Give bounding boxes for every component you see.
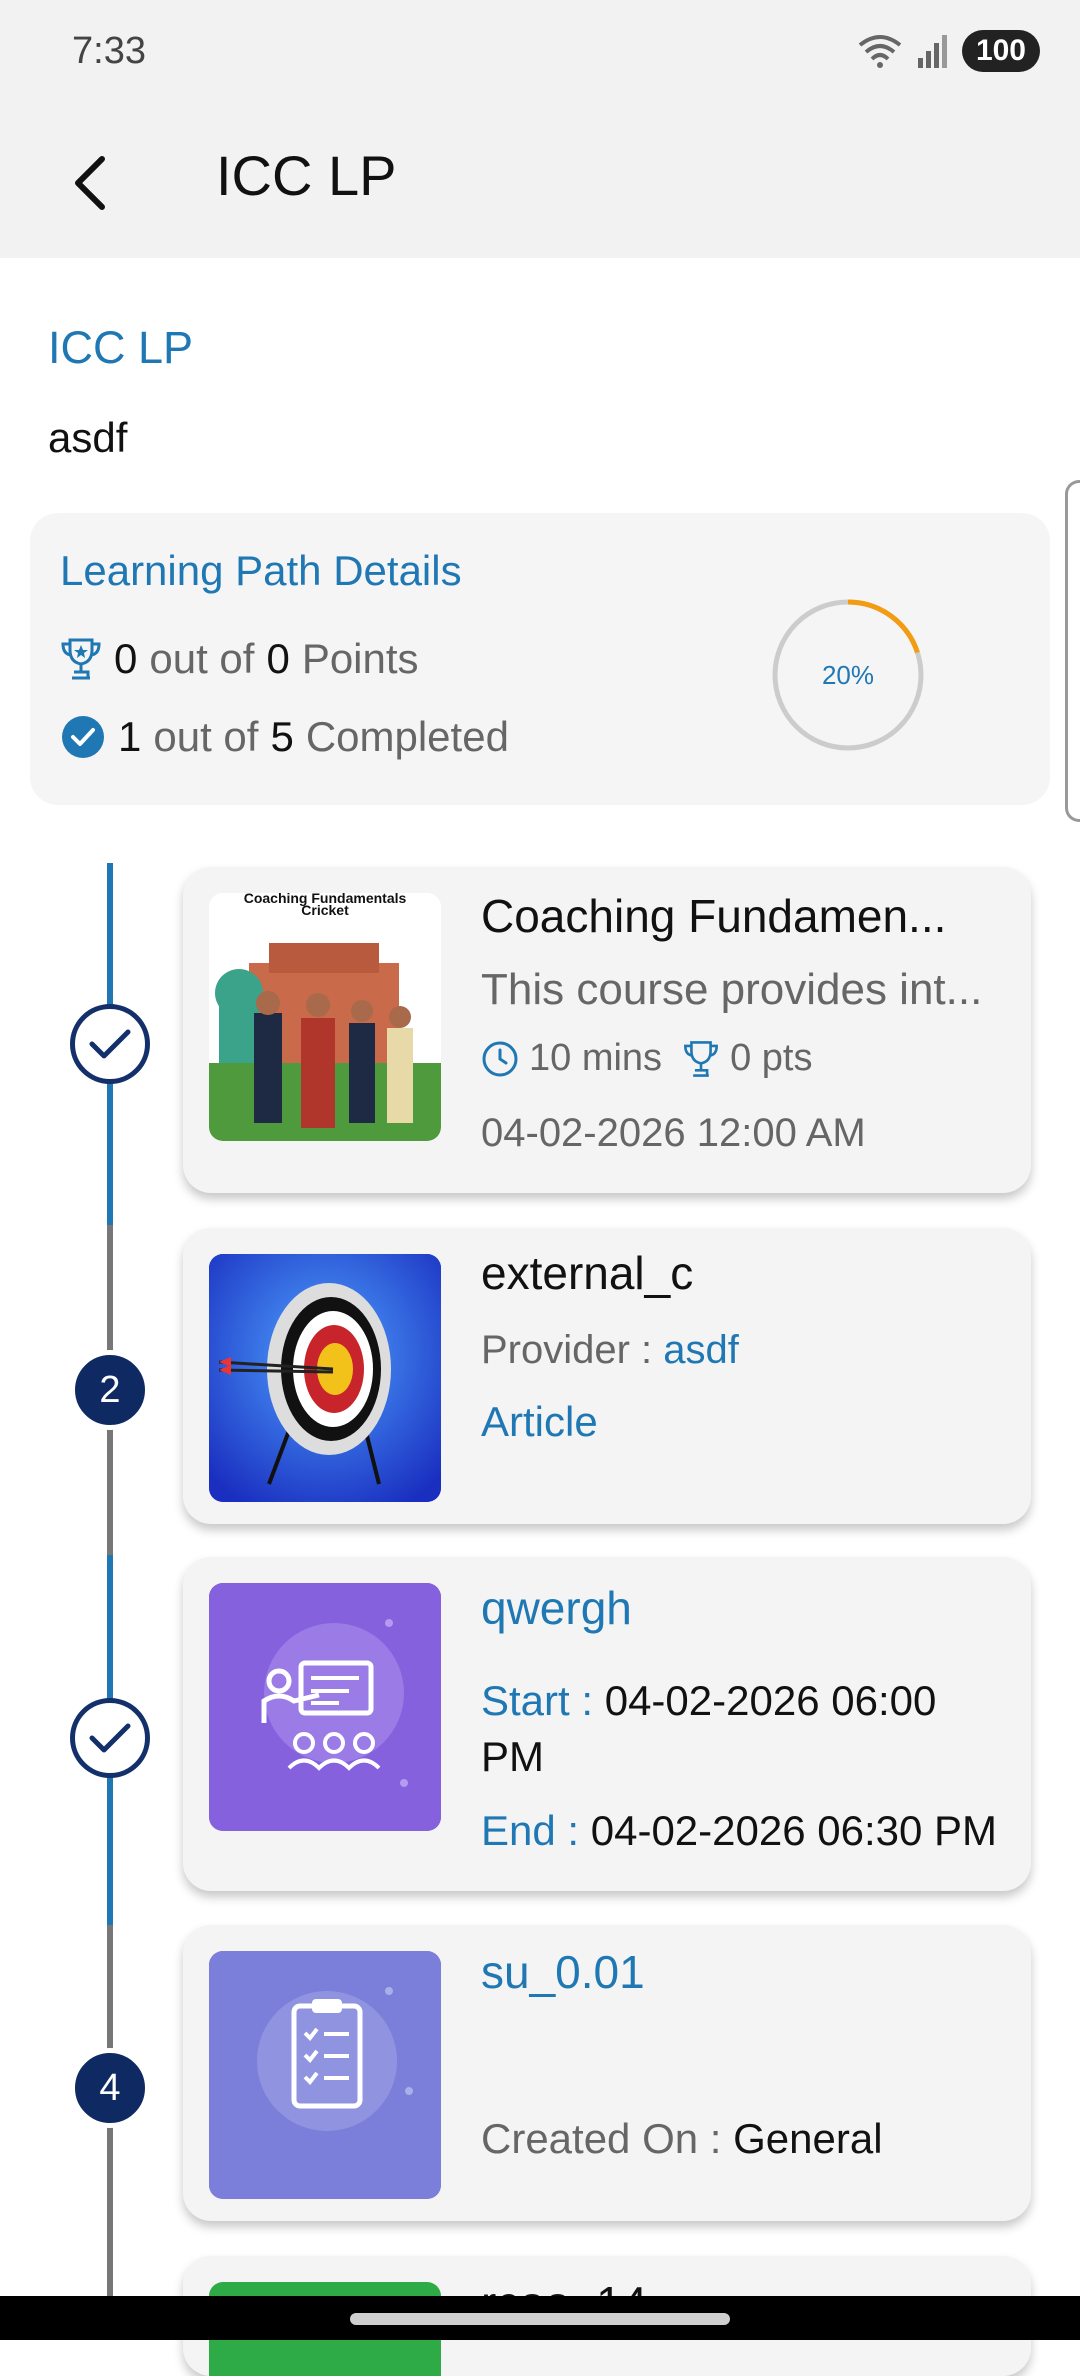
points-row: 0 out of 0 Points xyxy=(60,635,419,683)
start-label: Start : xyxy=(481,1677,594,1724)
session-thumbnail xyxy=(209,1583,441,1831)
timeline-node-completed xyxy=(70,1004,150,1084)
timeline-node-number: 2 xyxy=(70,1350,150,1430)
course-duration: 10 mins xyxy=(529,1037,663,1079)
learning-path-details-card: Learning Path Details 0 out of 0 Points … xyxy=(30,513,1050,805)
points-earned: 0 xyxy=(114,635,138,682)
course-card[interactable]: Coaching Fundamentals Cricket Coaching F… xyxy=(183,867,1031,1193)
app-bar-title: ICC LP xyxy=(216,144,397,207)
content-type: Article xyxy=(481,1398,598,1445)
timeline-node-number: 4 xyxy=(70,2048,150,2128)
status-icons: 100 xyxy=(858,30,1040,72)
points-label: Points xyxy=(301,635,419,682)
provider-value: asdf xyxy=(663,1328,739,1372)
start-value: 04-02-2026 06:00 xyxy=(604,1677,937,1724)
survey-created: Created On : General xyxy=(481,2115,1011,2163)
created-value: General xyxy=(733,2115,883,2162)
timeline-node-completed xyxy=(70,1698,150,1778)
learning-path-description: asdf xyxy=(48,414,128,461)
external-content-card[interactable]: external_c Provider : asdf Article xyxy=(183,1228,1031,1524)
clock-icon xyxy=(482,1041,518,1076)
signal-icon xyxy=(917,35,947,68)
edge-panel-handle[interactable] xyxy=(1065,480,1080,822)
points-total: 0 xyxy=(266,635,290,682)
status-bar: 7:33 100 xyxy=(0,0,1080,108)
points-out-of: out of xyxy=(149,635,255,682)
created-label: Created On : xyxy=(481,2115,722,2162)
thumbnail-caption: Cricket xyxy=(301,902,349,918)
battery-indicator: 100 xyxy=(961,30,1040,72)
checkmark-icon xyxy=(89,1723,131,1753)
start-value-continued: PM xyxy=(481,1733,544,1780)
course-description: This course provides int... xyxy=(481,965,983,1014)
home-gesture-handle[interactable] xyxy=(350,2313,730,2325)
trophy-icon xyxy=(61,638,101,680)
session-start: Start : 04-02-2026 06:00 xyxy=(481,1677,1011,1725)
session-end: End : 04-02-2026 06:30 PM xyxy=(481,1807,1011,1855)
course-points: 0 pts xyxy=(730,1037,813,1079)
external-content-thumbnail xyxy=(209,1254,441,1502)
external-content-title: external_c xyxy=(481,1247,694,1299)
end-value: 04-02-2026 06:30 PM xyxy=(590,1807,998,1854)
course-title: Coaching Fundamen... xyxy=(481,890,947,942)
course-thumbnail: Coaching Fundamentals Cricket xyxy=(209,893,441,1141)
survey-title: su_0.01 xyxy=(481,1946,645,1998)
back-button[interactable] xyxy=(50,143,130,223)
arrow-left-icon xyxy=(75,156,105,210)
details-title: Learning Path Details xyxy=(60,547,462,594)
learning-path-title: ICC LP xyxy=(48,322,194,373)
wifi-icon xyxy=(858,35,902,68)
course-date: 04-02-2026 12:00 AM xyxy=(481,1111,866,1155)
progress-ring: 20% xyxy=(772,599,924,751)
provider-label: Provider : xyxy=(481,1328,653,1372)
end-label: End : xyxy=(481,1807,580,1854)
status-time: 7:33 xyxy=(72,30,146,72)
completed-row: 1 out of 5 Completed xyxy=(60,713,509,761)
progress-text: 20% xyxy=(822,660,874,690)
session-card[interactable]: qwergh Start : 04-02-2026 06:00 PM End :… xyxy=(183,1557,1031,1891)
check-circle-icon xyxy=(62,716,104,758)
checkmark-icon xyxy=(89,1029,131,1059)
completed-out-of: out of xyxy=(153,713,259,760)
survey-card[interactable]: su_0.01 Created On : General xyxy=(183,1925,1031,2221)
completed-count: 1 xyxy=(118,713,142,760)
completed-total: 5 xyxy=(270,713,294,760)
course-meta: 10 mins 0 pts xyxy=(481,1037,1011,1080)
session-title: qwergh xyxy=(481,1582,632,1634)
provider-row: Provider : asdf xyxy=(481,1328,1011,1373)
app-bar: ICC LP xyxy=(0,108,1080,258)
survey-thumbnail xyxy=(209,1951,441,2199)
trophy-icon xyxy=(684,1040,719,1077)
completed-label: Completed xyxy=(305,713,509,760)
